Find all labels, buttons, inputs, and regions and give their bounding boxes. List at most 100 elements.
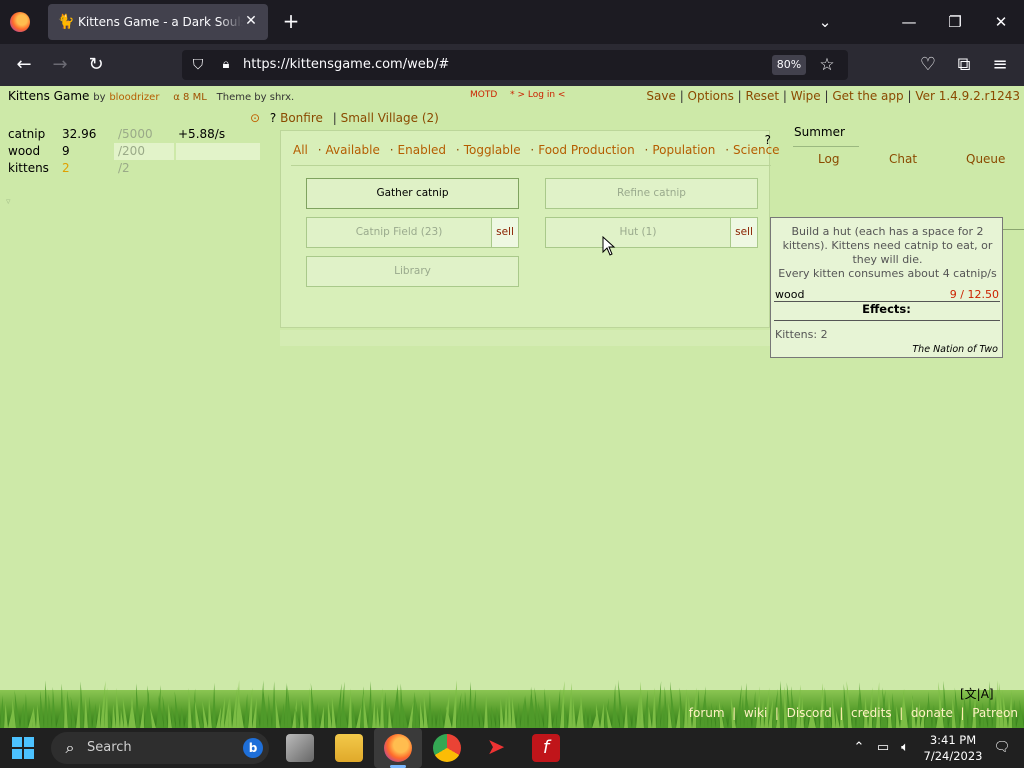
tracking-shield-icon[interactable]: ⛉ bbox=[188, 55, 208, 75]
motd-link[interactable]: MOTD bbox=[470, 90, 497, 100]
refine-catnip-button[interactable]: Refine catnip bbox=[545, 178, 758, 209]
login-link[interactable]: * > Log in < bbox=[510, 90, 565, 100]
close-tab-icon[interactable]: ✕ bbox=[242, 12, 260, 30]
pocket-icon[interactable]: ♡ bbox=[915, 53, 941, 77]
resource-max: /2 bbox=[118, 161, 130, 175]
clock-time: 3:41 PM bbox=[929, 733, 977, 747]
hut-sell-button[interactable]: sell bbox=[730, 217, 758, 248]
effects-heading: Effects: bbox=[862, 302, 911, 316]
catnip-field-button[interactable]: Catnip Field (23) bbox=[306, 217, 492, 248]
kitten-favicon-icon: 🐈 bbox=[57, 14, 75, 30]
minimize-icon[interactable]: — bbox=[896, 10, 922, 34]
tab-village[interactable]: Small Village (2) bbox=[341, 111, 439, 125]
tab-title: Kittens Game - a Dark Souls of idle game… bbox=[78, 15, 243, 29]
divider bbox=[774, 320, 1000, 321]
lock-icon[interactable]: 🔒︎ bbox=[216, 55, 236, 75]
chevron-up-icon[interactable]: ⌃ bbox=[850, 740, 868, 756]
firefox-logo-icon[interactable] bbox=[10, 12, 30, 32]
taskbar-search[interactable]: ⌕ Search b bbox=[51, 732, 269, 764]
filter-population[interactable]: Population bbox=[652, 143, 715, 157]
reset-link[interactable]: Reset bbox=[746, 89, 780, 103]
volume-icon[interactable]: 🔈︎ bbox=[896, 740, 914, 756]
url-text[interactable]: https://kittensgame.com/web/# bbox=[243, 57, 449, 72]
tooltip-consumption: Every kitten consumes about 4 catnip/s bbox=[778, 267, 997, 280]
tab-log[interactable]: Log bbox=[818, 152, 839, 166]
new-tab-icon[interactable]: + bbox=[280, 10, 302, 32]
author-link[interactable]: bloodrizer bbox=[109, 92, 159, 103]
hut-button[interactable]: Hut (1) bbox=[545, 217, 731, 248]
clock[interactable]: 3:41 PM 7/24/2023 bbox=[922, 732, 984, 764]
catnip-field-sell-button[interactable]: sell bbox=[491, 217, 519, 248]
get-app-link[interactable]: Get the app bbox=[832, 89, 903, 103]
browser-navbar: ← → ↻ ⛉ 🔒︎ https://kittensgame.com/web/#… bbox=[0, 44, 1024, 86]
small-links[interactable]: α 8 ML bbox=[173, 92, 207, 103]
menu-icon[interactable]: ≡ bbox=[987, 53, 1013, 77]
wiki-link[interactable]: wiki bbox=[744, 706, 767, 720]
clock-date: 7/24/2023 bbox=[923, 749, 983, 763]
resource-value: 2 bbox=[62, 161, 70, 175]
divider bbox=[291, 165, 771, 166]
forward-icon[interactable]: → bbox=[47, 53, 73, 77]
theme-credit: Theme by shrx. bbox=[216, 92, 295, 103]
resource-name: wood bbox=[8, 144, 41, 158]
chrome-icon[interactable] bbox=[433, 734, 461, 762]
discord-link[interactable]: Discord bbox=[787, 706, 832, 720]
tooltip-description: Build a hut (each has a space for 2 kitt… bbox=[782, 225, 993, 266]
effect-kittens: Kittens: 2 bbox=[775, 328, 828, 341]
tab-chat[interactable]: Chat bbox=[889, 152, 917, 166]
resource-name: kittens bbox=[8, 161, 49, 175]
close-window-icon[interactable]: ✕ bbox=[988, 10, 1014, 34]
collapse-toggle-icon[interactable]: ▿ bbox=[6, 177, 260, 207]
browser-tabbar: 🐈 Kittens Game - a Dark Souls of idle ga… bbox=[0, 0, 1024, 44]
filter-togglable[interactable]: Togglable bbox=[464, 143, 521, 157]
task-view-icon[interactable] bbox=[286, 734, 314, 762]
filter-all[interactable]: All bbox=[293, 143, 308, 157]
game-header: Kittens Game by bloodrizer α 8 ML Theme … bbox=[0, 86, 1024, 106]
wipe-link[interactable]: Wipe bbox=[791, 89, 821, 103]
search-label: Search bbox=[87, 740, 132, 755]
options-link[interactable]: Options bbox=[688, 89, 734, 103]
bonfire-icon: ⊙ bbox=[250, 111, 261, 125]
app-arrow-icon[interactable]: ➤ bbox=[482, 734, 510, 762]
season-label: Summer bbox=[794, 125, 845, 139]
forum-link[interactable]: forum bbox=[689, 706, 725, 720]
flavor-text: The Nation of Two bbox=[912, 344, 998, 355]
save-link[interactable]: Save bbox=[646, 89, 675, 103]
resource-row-kittens: kittens 2 /2 bbox=[6, 160, 260, 177]
tab-bonfire[interactable]: Bonfire bbox=[280, 111, 323, 125]
reload-icon[interactable]: ↻ bbox=[83, 53, 109, 77]
list-all-tabs-icon[interactable]: ⌄ bbox=[812, 10, 838, 34]
filter-enabled[interactable]: Enabled bbox=[398, 143, 447, 157]
tab-queue[interactable]: Queue bbox=[966, 152, 1005, 166]
game-title: Kittens Game bbox=[8, 89, 90, 103]
resource-max: /200 bbox=[118, 144, 145, 158]
language-toggle[interactable]: [文|A] bbox=[960, 685, 994, 702]
patreon-link[interactable]: Patreon bbox=[972, 706, 1018, 720]
game-top-links: Save | Options | Reset | Wipe | Get the … bbox=[646, 89, 1020, 103]
bookmark-star-icon[interactable]: ☆ bbox=[816, 54, 838, 76]
filter-food-production[interactable]: Food Production bbox=[538, 143, 634, 157]
url-bar[interactable]: ⛉ 🔒︎ https://kittensgame.com/web/# 80% ☆ bbox=[182, 50, 848, 80]
price-resource: wood bbox=[775, 288, 805, 301]
windows-start-icon[interactable] bbox=[12, 737, 34, 759]
extensions-icon[interactable]: ⧉ bbox=[951, 53, 977, 77]
donate-link[interactable]: donate bbox=[911, 706, 953, 720]
back-icon[interactable]: ← bbox=[11, 53, 37, 77]
file-explorer-icon[interactable] bbox=[335, 734, 363, 762]
footer-links: forum | wiki | Discord | credits | donat… bbox=[688, 706, 1018, 720]
notifications-icon[interactable]: 🗨︎ bbox=[993, 740, 1011, 756]
firefox-taskbar-icon[interactable] bbox=[384, 734, 412, 762]
flash-icon[interactable]: f bbox=[532, 734, 560, 762]
zoom-level-button[interactable]: 80% bbox=[772, 55, 806, 75]
restore-icon[interactable]: ❐ bbox=[942, 10, 968, 34]
bing-icon[interactable]: b bbox=[243, 738, 263, 758]
browser-tab[interactable]: 🐈 Kittens Game - a Dark Souls of idle ga… bbox=[48, 4, 268, 40]
help-question[interactable]: ? bbox=[270, 111, 276, 125]
gather-catnip-button[interactable]: Gather catnip bbox=[306, 178, 519, 209]
filter-available[interactable]: Available bbox=[326, 143, 380, 157]
library-button[interactable]: Library bbox=[306, 256, 519, 287]
filter-science[interactable]: Science bbox=[733, 143, 780, 157]
credits-link[interactable]: credits bbox=[851, 706, 892, 720]
network-icon[interactable]: ▭ bbox=[874, 740, 892, 756]
version-link[interactable]: Ver 1.4.9.2.r1243 bbox=[915, 89, 1020, 103]
